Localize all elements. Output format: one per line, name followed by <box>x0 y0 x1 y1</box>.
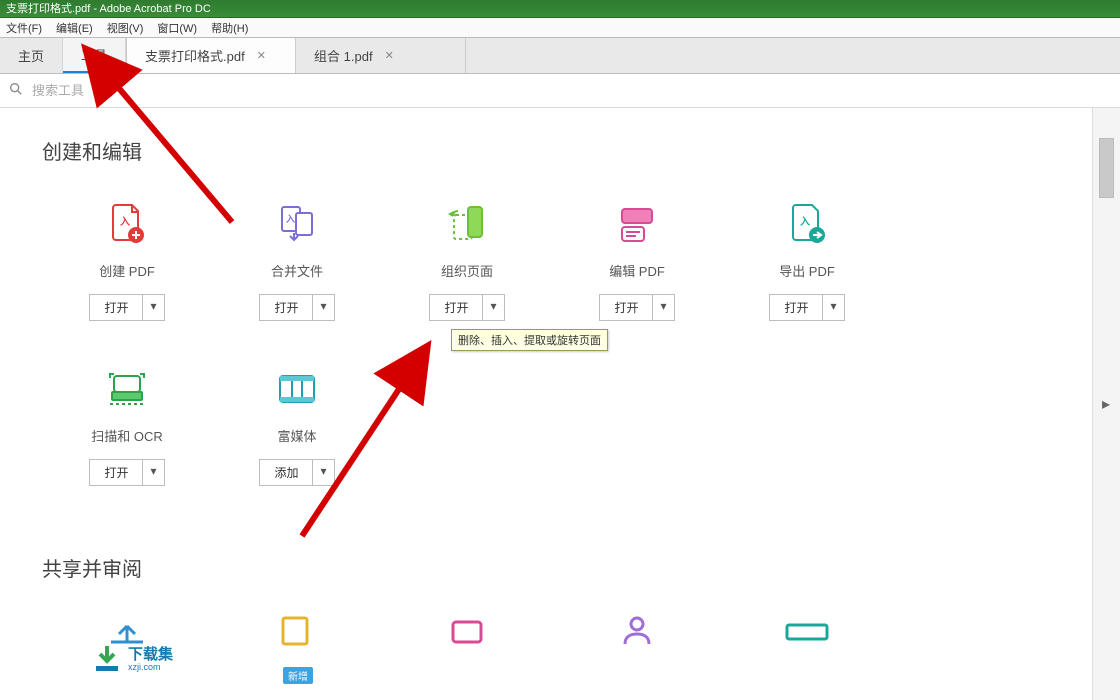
watermark-logo: 下载集 xzji.com <box>90 642 173 676</box>
title-bar: 支票打印格式.pdf - Adobe Acrobat Pro DC <box>0 0 1120 18</box>
watermark-text: 下载集 <box>128 647 173 662</box>
tool-rich-media-add-button[interactable]: 添加 ▾ <box>259 459 334 486</box>
button-label: 打开 <box>90 295 143 320</box>
watermark-url: xzji.com <box>128 662 173 672</box>
rich-media-icon <box>274 366 320 412</box>
button-label: 添加 <box>260 460 313 485</box>
tab-tools[interactable]: 工具 <box>63 38 126 73</box>
tool-edit-pdf-label: 编辑 PDF <box>609 261 665 280</box>
download-icon <box>90 642 124 676</box>
svg-text:入: 入 <box>120 216 130 228</box>
tool-organize-open-button[interactable]: 打开 ▾ <box>429 294 504 321</box>
tool-scan-ocr-label: 扫描和 OCR <box>91 426 163 445</box>
button-label: 打开 <box>260 295 313 320</box>
chevron-down-icon[interactable]: ▾ <box>313 295 333 320</box>
vertical-scrollbar[interactable]: ▸ <box>1092 108 1120 700</box>
tab-document-2[interactable]: 组合 1.pdf ✕ <box>296 38 466 73</box>
tool-export-pdf[interactable]: 入 导出 PDF 打开 ▾ <box>722 191 892 356</box>
scan-ocr-icon <box>104 366 150 412</box>
tool-rich-media-label: 富媒体 <box>277 426 316 445</box>
button-label: 打开 <box>770 295 823 320</box>
menu-window[interactable]: 窗口(W) <box>157 20 197 36</box>
svg-text:入: 入 <box>285 214 295 224</box>
button-label: 打开 <box>90 460 143 485</box>
tab-strip: 主页 工具 支票打印格式.pdf ✕ 组合 1.pdf ✕ <box>0 38 1120 74</box>
chevron-down-icon[interactable]: ▾ <box>653 295 673 320</box>
tools-grid: 入 创建 PDF 打开 ▾ 入 合并文件 <box>42 191 1050 521</box>
person-icon <box>614 608 660 654</box>
tool-scan-open-button[interactable]: 打开 ▾ <box>89 459 164 486</box>
tooltip-organize-pages: 删除、插入、提取或旋转页面 <box>451 329 608 351</box>
search-input[interactable] <box>32 83 292 98</box>
stamp-icon <box>444 608 490 654</box>
chevron-down-icon[interactable]: ▾ <box>143 295 163 320</box>
edit-pdf-icon <box>614 201 660 247</box>
menu-view[interactable]: 视图(V) <box>107 20 144 36</box>
scrollbar-collapse-icon[interactable]: ▸ <box>1092 391 1120 417</box>
share-review-row <box>42 608 1050 654</box>
menu-bar: 文件(F) 编辑(E) 视图(V) 窗口(W) 帮助(H) <box>0 18 1120 38</box>
comments-icon <box>274 608 320 654</box>
svg-text:入: 入 <box>800 216 810 228</box>
menu-edit[interactable]: 编辑(E) <box>56 20 93 36</box>
menu-file[interactable]: 文件(F) <box>6 20 42 36</box>
tool-combine-open-button[interactable]: 打开 ▾ <box>259 294 334 321</box>
search-bar <box>0 74 1120 108</box>
section-share-review-title: 共享并审阅 <box>42 553 1050 582</box>
tool-export-open-button[interactable]: 打开 ▾ <box>769 294 844 321</box>
scrollbar-thumb[interactable] <box>1099 138 1114 198</box>
chevron-down-icon[interactable]: ▾ <box>143 460 163 485</box>
menu-help[interactable]: 帮助(H) <box>211 20 248 36</box>
section-create-edit-title: 创建和编辑 <box>42 136 1050 165</box>
tab-home[interactable]: 主页 <box>0 38 63 73</box>
chevron-down-icon[interactable]: ▾ <box>313 460 333 485</box>
search-icon <box>8 81 24 100</box>
tab-document-1[interactable]: 支票打印格式.pdf ✕ <box>126 38 296 73</box>
tool-send-comments[interactable] <box>212 608 382 654</box>
tool-export-pdf-label: 导出 PDF <box>779 261 835 280</box>
tool-stamp[interactable] <box>382 608 552 654</box>
create-pdf-icon: 入 <box>104 201 150 247</box>
tool-create-pdf[interactable]: 入 创建 PDF 打开 ▾ <box>42 191 212 356</box>
button-label: 打开 <box>430 295 483 320</box>
tab-document-1-label: 支票打印格式.pdf <box>145 46 245 65</box>
tool-create-pdf-label: 创建 PDF <box>99 261 155 280</box>
chevron-down-icon[interactable]: ▾ <box>823 295 843 320</box>
tools-panel: 创建和编辑 入 创建 PDF 打开 ▾ <box>0 108 1092 700</box>
tool-rich-media[interactable]: 富媒体 添加 ▾ <box>212 356 382 521</box>
combine-files-icon: 入 <box>274 201 320 247</box>
tool-create-pdf-open-button[interactable]: 打开 ▾ <box>89 294 164 321</box>
tool-person[interactable] <box>552 608 722 654</box>
tool-combine-files[interactable]: 入 合并文件 打开 ▾ <box>212 191 382 356</box>
tab-document-2-label: 组合 1.pdf <box>314 46 373 65</box>
close-icon[interactable]: ✕ <box>385 49 394 62</box>
tool-measure[interactable] <box>722 608 892 654</box>
button-label: 打开 <box>600 295 653 320</box>
export-pdf-icon: 入 <box>784 201 830 247</box>
measure-icon <box>784 608 830 654</box>
tool-edit-open-button[interactable]: 打开 ▾ <box>599 294 674 321</box>
tool-combine-files-label: 合并文件 <box>271 261 323 280</box>
close-icon[interactable]: ✕ <box>257 49 266 62</box>
tool-organize-pages-label: 组织页面 <box>441 261 493 280</box>
organize-pages-icon <box>444 201 490 247</box>
chevron-down-icon[interactable]: ▾ <box>483 295 503 320</box>
tool-scan-ocr[interactable]: 扫描和 OCR 打开 ▾ <box>42 356 212 521</box>
badge-new: 新增 <box>283 667 313 684</box>
